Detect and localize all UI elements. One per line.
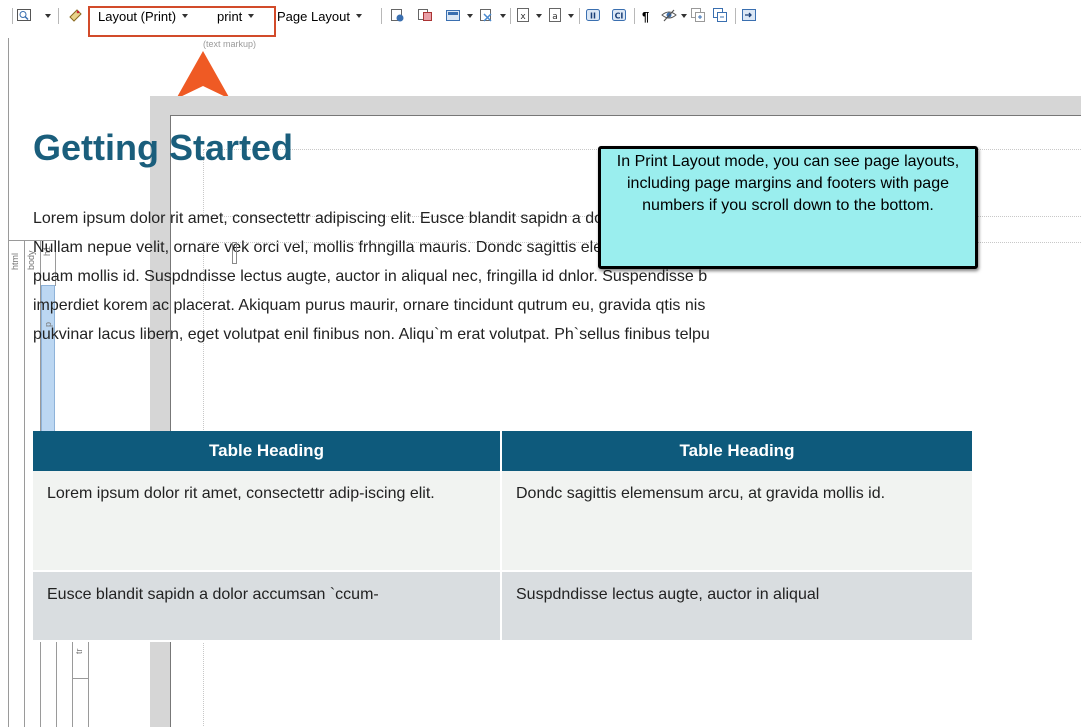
table-cell[interactable]: Eusce blandit sapidn a dolor accumsan `c…: [33, 571, 502, 642]
text-styles-icon[interactable]: a: [547, 7, 563, 23]
index-markers-icon[interactable]: II: [585, 7, 601, 23]
table-heading-cell[interactable]: Table Heading: [33, 431, 502, 471]
table-heading-cell[interactable]: Table Heading: [501, 431, 974, 471]
structure-label-html[interactable]: html: [10, 253, 20, 270]
chevron-down-icon: [356, 14, 363, 18]
show-spans-icon[interactable]: [417, 7, 433, 23]
content-table[interactable]: Table Heading Table Heading Lorem ipsum …: [33, 431, 974, 642]
show-hidden-icon[interactable]: [661, 7, 677, 23]
preview-dropdown-arrow[interactable]: [45, 14, 51, 18]
pilcrow-icon[interactable]: ¶: [642, 5, 649, 27]
show-changes-dropdown-arrow[interactable]: [500, 14, 506, 18]
show-blocks-dropdown-arrow[interactable]: [467, 14, 473, 18]
preview-icon[interactable]: [16, 7, 32, 23]
variables-icon[interactable]: x: [515, 7, 531, 23]
toolbar-separator: [12, 8, 13, 24]
condition-tags-icon[interactable]: [68, 7, 84, 23]
toolbar-separator: [634, 8, 635, 24]
table-row: Lorem ipsum dolor rit amet, consectettr …: [33, 471, 974, 572]
table-cell[interactable]: Dondc sagittis elemensum arcu, at gravid…: [501, 471, 974, 572]
page-layout-dropdown[interactable]: Page Layout: [277, 5, 363, 27]
text-cursor: [232, 242, 237, 264]
svg-text:CI: CI: [615, 12, 624, 21]
structure-label-tr[interactable]: tr: [74, 649, 84, 655]
table-cell[interactable]: Suspdndisse lectus augte, auctor in aliq…: [501, 571, 974, 642]
concept-markers-icon[interactable]: CI: [611, 7, 627, 23]
page-layout-label: Page Layout: [277, 8, 351, 24]
svg-text:a: a: [552, 12, 558, 22]
paragraph-line: imperdiet korem ac placerat. Akiquam pur…: [33, 297, 706, 314]
highlight-box: [88, 6, 276, 37]
page-title[interactable]: Getting Started: [33, 127, 293, 169]
toolbar-separator: [510, 8, 511, 24]
toolbar-separator: [579, 8, 580, 24]
info-callout: In Print Layout mode, you can see page l…: [598, 146, 978, 269]
show-tags-icon[interactable]: [389, 7, 405, 23]
show-blocks-icon[interactable]: [445, 7, 461, 23]
collapse-all-icon[interactable]: [712, 7, 728, 23]
table-cell[interactable]: Lorem ipsum dolor rit amet, consectettr …: [33, 471, 502, 572]
table-header-row: Table Heading Table Heading: [33, 431, 974, 471]
show-changes-icon[interactable]: [478, 7, 494, 23]
svg-text:II: II: [590, 12, 596, 21]
toolbar-separator: [58, 8, 59, 24]
insert-snippet-icon[interactable]: [741, 7, 757, 23]
annotation-arrow-icon: [175, 50, 231, 100]
text-markup-hint: (text markup): [203, 39, 257, 49]
table-row: Eusce blandit sapidn a dolor accumsan `c…: [33, 571, 974, 642]
expand-all-icon[interactable]: [690, 7, 706, 23]
text-styles-dropdown-arrow[interactable]: [568, 14, 574, 18]
toolbar-separator: [735, 8, 736, 24]
svg-text:x: x: [520, 12, 526, 22]
variables-dropdown-arrow[interactable]: [536, 14, 542, 18]
toolbar-separator: [381, 8, 382, 24]
paragraph-line: pukvinar lacus libern, eget volutpat eni…: [33, 326, 710, 343]
editor-toolbar: Layout (Print) print Page Layout x a II …: [0, 0, 1081, 38]
show-hidden-dropdown-arrow[interactable]: [681, 14, 687, 18]
